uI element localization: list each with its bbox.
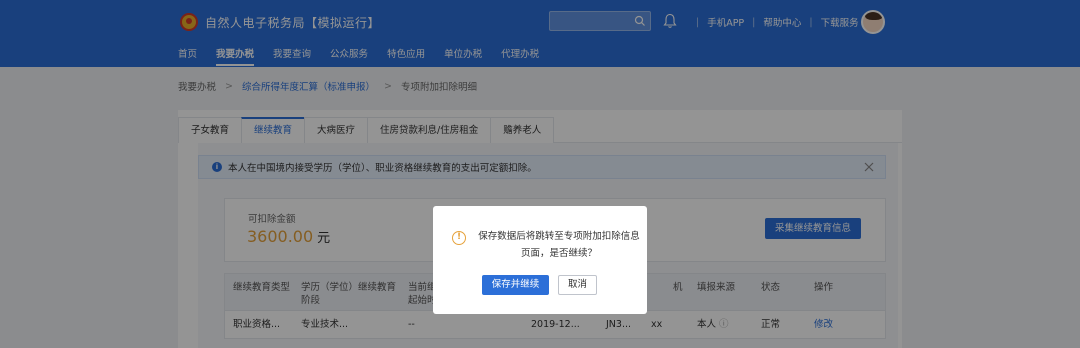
save-and-continue-button[interactable]: 保存并继续: [482, 275, 549, 295]
confirm-dialog: ! 保存数据后将跳转至专项附加扣除信息页面，是否继续？ 保存并继续 取消: [433, 206, 647, 314]
dialog-message: 保存数据后将跳转至专项附加扣除信息页面，是否继续？: [478, 231, 640, 259]
cancel-button[interactable]: 取消: [558, 275, 597, 295]
warning-icon: !: [452, 231, 466, 245]
